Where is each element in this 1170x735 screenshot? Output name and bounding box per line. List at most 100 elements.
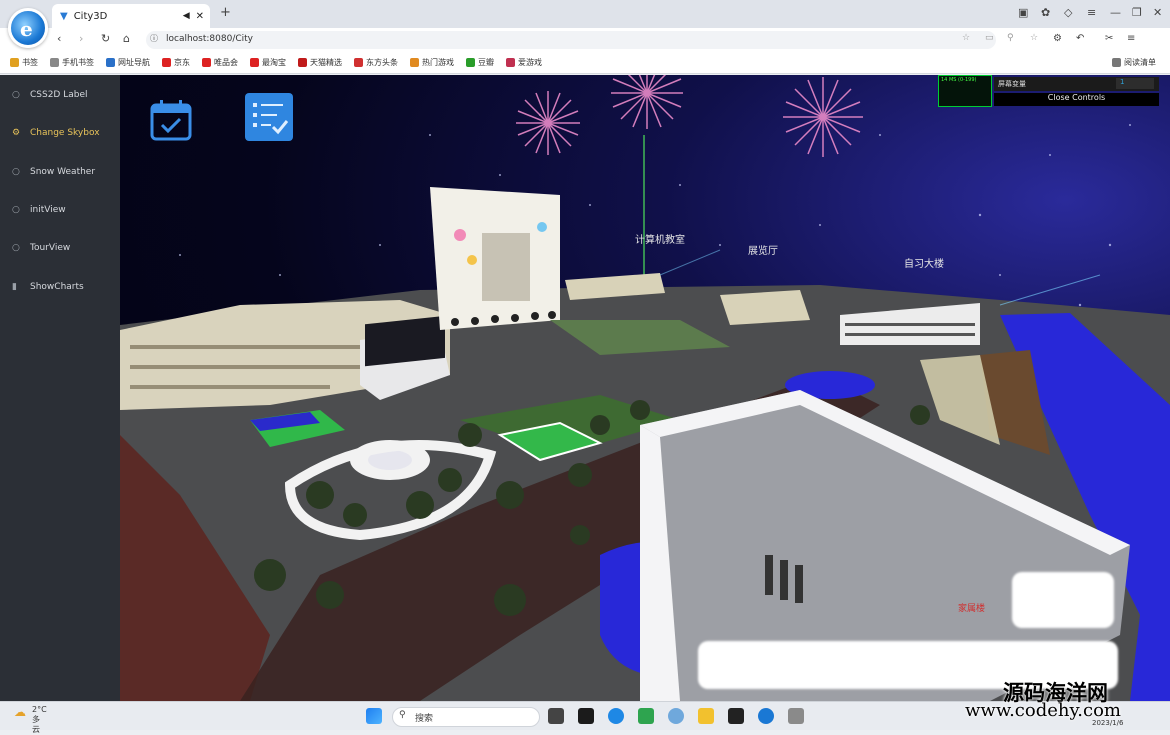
- bookmark-item[interactable]: 热门游戏: [410, 57, 454, 68]
- collections-icon[interactable]: ▣: [1018, 6, 1028, 19]
- reading-list-button[interactable]: 阅读清单: [1112, 57, 1156, 68]
- stats-monitor: 14 MS (0-199): [938, 75, 992, 107]
- app-icon[interactable]: [668, 708, 684, 724]
- edge-icon[interactable]: [608, 708, 624, 724]
- bookmark-item[interactable]: 京东: [162, 57, 190, 68]
- tab-title: City3D: [73, 10, 108, 22]
- tab-favicon-icon: ▼: [60, 10, 68, 22]
- search-label: 搜索: [415, 714, 434, 724]
- bar-chart-icon: ▮: [12, 282, 17, 292]
- bookmark-item[interactable]: 最淘宝: [250, 57, 286, 68]
- settings-icon[interactable]: ⚙: [1053, 33, 1062, 44]
- home-button[interactable]: ⌂: [123, 32, 130, 45]
- city-3d-canvas[interactable]: 计算机教室 展览厅 自习大楼 家属楼: [120, 75, 1170, 701]
- app-icon[interactable]: [578, 708, 594, 724]
- read-mode-icon[interactable]: ▭: [985, 33, 994, 43]
- bookmark-icon: [506, 58, 515, 67]
- close-controls-button[interactable]: Close Controls: [994, 93, 1159, 106]
- scene-label[interactable]: 计算机教室: [635, 231, 685, 246]
- bookmark-icon: [250, 58, 259, 67]
- bookmark-item[interactable]: 唯品会: [202, 57, 238, 68]
- taskbar-search[interactable]: ⚲ 搜索: [392, 707, 540, 727]
- tab-close-icon[interactable]: ✕: [196, 11, 204, 22]
- scene-label[interactable]: 展览厅: [748, 242, 778, 257]
- more-menu-icon[interactable]: ≡: [1127, 33, 1135, 44]
- sidebar-item-showcharts[interactable]: ▮ ShowCharts: [12, 274, 84, 300]
- gui-controls-panel: 14 MS (0-199) 屏幕变量 1 Close Controls: [938, 75, 1160, 107]
- checklist-icon[interactable]: [245, 93, 293, 141]
- app-icon[interactable]: [788, 708, 804, 724]
- browser-icon[interactable]: [758, 708, 774, 724]
- sidebar-item-css2d-label[interactable]: ○ CSS2D Label: [12, 82, 88, 108]
- gui-row[interactable]: 屏幕变量 1: [994, 77, 1159, 91]
- bookmark-item[interactable]: 天猫精选: [298, 57, 342, 68]
- pin-icon[interactable]: ⚲: [1007, 33, 1014, 43]
- bookmark-icon: [298, 58, 307, 67]
- sidebar-item-snow-weather[interactable]: ○ Snow Weather: [12, 159, 95, 185]
- app-sidebar: ○ CSS2D Label ⚙ Change Skybox ○ Snow Weathe…: [0, 75, 120, 701]
- redacted-area: [1012, 572, 1114, 628]
- cut-icon[interactable]: ✂: [1105, 33, 1113, 44]
- reading-list-icon: [1112, 58, 1121, 67]
- new-tab-button[interactable]: +: [220, 5, 231, 20]
- circle-icon: ○: [12, 90, 20, 100]
- bookmarks-bar: 书签 手机书签 网址导航 京东 唯品会 最淘宝 天猫精选 东方头条 热门游戏 豆…: [0, 52, 1170, 74]
- bookmark-icon: [466, 58, 475, 67]
- sidebar-item-initview[interactable]: ○ initView: [12, 197, 66, 223]
- weather-desc: 多云: [32, 715, 40, 734]
- gear-icon: ⚙: [12, 128, 21, 138]
- browser-logo-icon[interactable]: e: [8, 8, 48, 48]
- circle-icon: ○: [12, 167, 20, 177]
- bookmark-item[interactable]: 网址导航: [106, 57, 150, 68]
- extension-icon[interactable]: ✿: [1041, 6, 1050, 19]
- reload-button[interactable]: ↻: [101, 32, 110, 45]
- bookmark-icon: [354, 58, 363, 67]
- bookmark-icon: [106, 58, 115, 67]
- start-button-icon[interactable]: [366, 708, 382, 724]
- address-text: localhost:8080/City: [166, 34, 254, 44]
- weather-icon: ☁: [14, 705, 26, 719]
- task-view-icon[interactable]: [548, 708, 564, 724]
- bookmark-icon: [202, 58, 211, 67]
- mute-icon[interactable]: ◀: [183, 11, 190, 21]
- star-icon[interactable]: ☆: [962, 33, 970, 43]
- app-icon[interactable]: [638, 708, 654, 724]
- gui-row-value[interactable]: 1: [1116, 78, 1154, 89]
- shield-icon[interactable]: ◇: [1064, 6, 1072, 19]
- sidebar-item-change-skybox[interactable]: ⚙ Change Skybox: [12, 120, 100, 146]
- bookmark-item[interactable]: 手机书签: [50, 57, 94, 68]
- bookmark-item[interactable]: 爱游戏: [506, 57, 542, 68]
- bookmark-item[interactable]: 东方头条: [354, 57, 398, 68]
- search-icon: ⚲: [399, 710, 406, 720]
- bookmark-item[interactable]: 豆瓣: [466, 57, 494, 68]
- stats-text: 14 MS (0-199): [941, 77, 977, 83]
- bookmark-item[interactable]: 书签: [10, 57, 38, 68]
- minimize-button[interactable]: —: [1110, 6, 1121, 19]
- tab-city3d[interactable]: ▼ City3D ◀ ✕: [52, 4, 210, 28]
- undo-icon[interactable]: ↶: [1076, 33, 1084, 44]
- sidebar-item-tourview[interactable]: ○ TourView: [12, 235, 70, 261]
- close-window-button[interactable]: ✕: [1153, 6, 1162, 19]
- site-info-icon[interactable]: ⓘ: [150, 33, 158, 44]
- file-explorer-icon[interactable]: [698, 708, 714, 724]
- menu-icon[interactable]: ≡: [1087, 6, 1096, 19]
- calendar-icon[interactable]: [148, 97, 196, 145]
- firework: [516, 75, 863, 157]
- watermark-url: www.codehy.com: [965, 700, 1121, 721]
- address-bar[interactable]: localhost:8080/City: [146, 31, 996, 49]
- bookmark-icon: [10, 58, 19, 67]
- circle-icon: ○: [12, 205, 20, 215]
- bookmark-icon: [50, 58, 59, 67]
- gui-row-label: 屏幕变量: [998, 80, 1026, 88]
- circle-icon: ○: [12, 243, 20, 253]
- scene-label[interactable]: 自习大楼: [904, 255, 944, 270]
- forward-button[interactable]: ›: [79, 32, 83, 45]
- maximize-button[interactable]: ❐: [1132, 6, 1142, 19]
- terminal-icon[interactable]: [728, 708, 744, 724]
- scene-label[interactable]: 家属楼: [958, 601, 985, 614]
- bookmark-icon: [162, 58, 171, 67]
- bookmark-icon: [410, 58, 419, 67]
- back-button[interactable]: ‹: [57, 32, 61, 45]
- weather-temp: 2°C: [32, 705, 47, 714]
- favorites-icon[interactable]: ☆: [1030, 33, 1038, 43]
